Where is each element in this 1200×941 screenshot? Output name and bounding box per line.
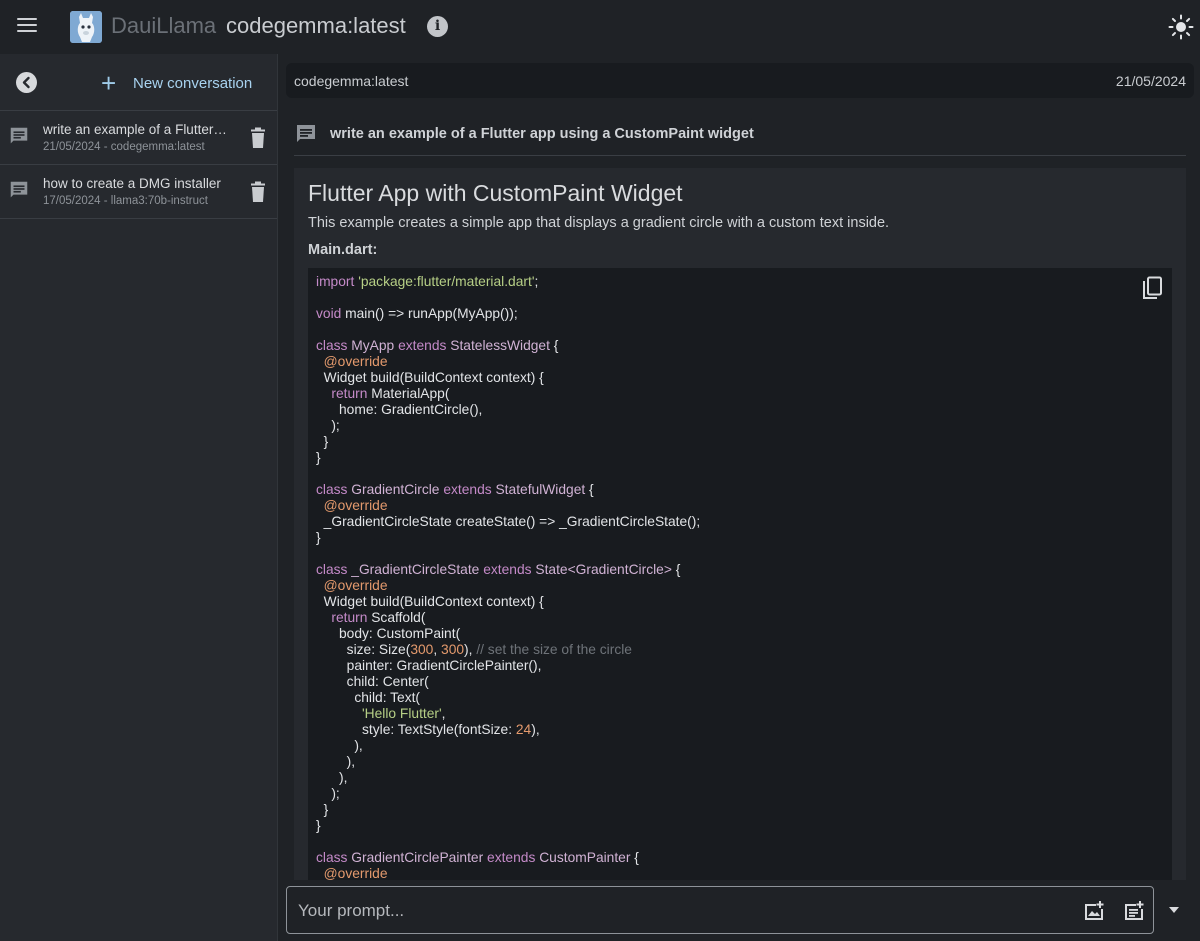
- new-conversation-label: New conversation: [133, 74, 253, 92]
- trash-icon[interactable]: [248, 181, 268, 203]
- sun-icon[interactable]: [1168, 14, 1194, 40]
- conversation-sidebar: + New conversation write an example of a…: [0, 54, 278, 941]
- plus-icon: +: [101, 68, 117, 98]
- sidebar-header: + New conversation: [0, 54, 277, 111]
- answer-description: This example creates a simple app that d…: [308, 215, 890, 231]
- conversation-title: how to create a DMG installer: [43, 176, 221, 191]
- conversation-header: codegemma:latest 21/05/2024: [286, 63, 1194, 98]
- app-window: DauiLlama codegemma:latest i + New conve…: [0, 0, 1200, 941]
- copy-icon[interactable]: [1140, 276, 1164, 302]
- conversation-model: codegemma:latest: [294, 73, 409, 89]
- top-bar: DauiLlama codegemma:latest i: [0, 0, 1200, 54]
- conversation-meta: 17/05/2024 - llama3:70b-instruct: [43, 195, 208, 207]
- code-content: import 'package:flutter/material.dart'; …: [316, 274, 701, 880]
- llama-logo: [70, 11, 102, 43]
- answer-heading: Flutter App with CustomPaint Widget: [308, 180, 683, 206]
- trash-icon[interactable]: [248, 127, 268, 149]
- user-message: write an example of a Flutter app using …: [294, 116, 1186, 156]
- current-model-title: codegemma:latest: [226, 13, 406, 38]
- conversation-title: write an example of a Flutter app using …: [43, 122, 229, 137]
- conversation-date: 21/05/2024: [1115, 73, 1186, 89]
- conversation-item[interactable]: write an example of a Flutter app using …: [0, 111, 277, 165]
- app-brand: DauiLlama: [111, 13, 217, 38]
- chat-bubble-icon: [297, 125, 315, 142]
- caret-down-icon[interactable]: [1166, 902, 1182, 918]
- prompt-box: [286, 886, 1154, 934]
- assistant-answer: Flutter App with CustomPaint Widget This…: [294, 168, 1186, 880]
- code-block[interactable]: import 'package:flutter/material.dart'; …: [308, 268, 1172, 880]
- prompt-input[interactable]: [298, 899, 1058, 923]
- chat-bubble-icon: [10, 181, 28, 198]
- add-document-icon[interactable]: [1123, 900, 1145, 922]
- answer-file-label: Main.dart:: [308, 242, 378, 258]
- chevron-left-icon[interactable]: [16, 72, 37, 93]
- info-icon[interactable]: i: [427, 16, 448, 37]
- chat-panel: codegemma:latest 21/05/2024 write an exa…: [278, 54, 1200, 941]
- menu-icon[interactable]: [13, 14, 41, 40]
- user-message-text: write an example of a Flutter app using …: [330, 126, 754, 142]
- new-conversation-button[interactable]: + New conversation: [101, 68, 253, 98]
- conversation-meta: 21/05/2024 - codegemma:latest: [43, 141, 205, 153]
- chat-bubble-icon: [10, 127, 28, 144]
- add-image-icon[interactable]: [1083, 900, 1105, 922]
- conversation-item[interactable]: how to create a DMG installer 17/05/2024…: [0, 165, 277, 219]
